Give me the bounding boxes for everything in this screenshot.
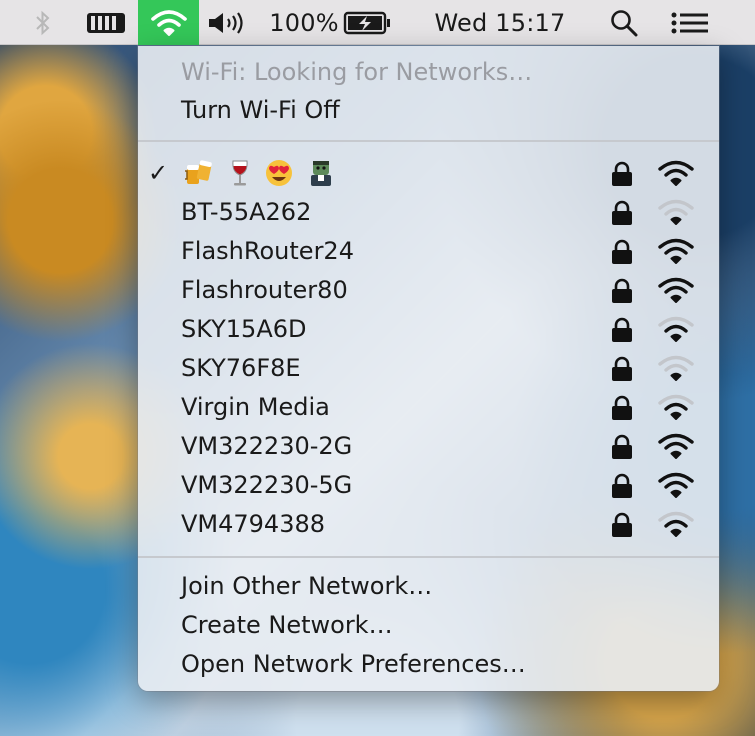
turn-wifi-off-label: Turn Wi-Fi Off (181, 96, 340, 124)
open-network-preferences-label: Open Network Preferences… (181, 650, 526, 678)
separator (138, 556, 719, 558)
lock-icon (612, 395, 632, 420)
wifi-signal-icon (658, 394, 694, 420)
wifi-signal-icon (658, 433, 694, 459)
wifi-signal-icon (658, 160, 694, 186)
network-name: VM322230-2G (181, 432, 353, 460)
spotlight-icon[interactable] (602, 0, 646, 45)
beer-mugs-emoji (185, 160, 212, 184)
separator (138, 140, 719, 142)
network-item[interactable]: VM322230-5G (138, 466, 719, 504)
network-item[interactable]: VM322230-2G (138, 427, 719, 465)
network-item[interactable]: Flashrouter80 (138, 271, 719, 309)
battery-percentage-text: 100% (269, 8, 339, 37)
checkmark-icon: ✓ (148, 159, 169, 187)
lock-icon (612, 434, 632, 459)
wifi-signal-icon (658, 355, 694, 381)
wifi-status: Wi-Fi: Looking for Networks… (181, 58, 533, 86)
join-other-network-label: Join Other Network… (181, 572, 433, 600)
clock-text: Wed 15:17 (434, 8, 566, 37)
network-item[interactable]: SKY15A6D (138, 310, 719, 348)
network-item[interactable]: SKY76F8E (138, 349, 719, 387)
wifi-signal-icon (658, 316, 694, 342)
wifi-signal-icon (658, 472, 694, 498)
battery-charging-icon[interactable] (340, 0, 396, 45)
network-item[interactable]: FlashRouter24 (138, 232, 719, 270)
lock-icon (612, 356, 632, 381)
connected-network-item[interactable]: ✓ (138, 154, 719, 192)
network-name: SKY76F8E (181, 354, 301, 382)
lock-icon (612, 473, 632, 498)
create-network-item[interactable]: Create Network… (138, 606, 719, 644)
join-other-network-item[interactable]: Join Other Network… (138, 567, 719, 605)
network-name: BT-55A262 (181, 198, 312, 226)
wifi-icon[interactable] (138, 0, 199, 45)
network-item[interactable]: BT-55A262 (138, 193, 719, 231)
clock[interactable]: Wed 15:17 (420, 0, 580, 45)
network-item[interactable]: Virgin Media (138, 388, 719, 426)
notification-center-icon[interactable] (664, 0, 716, 45)
network-name: Flashrouter80 (181, 276, 348, 304)
open-network-preferences-item[interactable]: Open Network Preferences… (138, 645, 719, 683)
wifi-signal-icon (658, 277, 694, 303)
wifi-signal-icon (658, 199, 694, 225)
network-name: VM4794388 (181, 510, 326, 538)
network-name: FlashRouter24 (181, 237, 354, 265)
wifi-dropdown-menu: Wi-Fi: Looking for Networks… Turn Wi-Fi … (138, 46, 719, 691)
network-name: SKY15A6D (181, 315, 307, 343)
turn-wifi-off-item[interactable]: Turn Wi-Fi Off (138, 91, 719, 129)
menu-bar: 100% Wed 15:17 (0, 0, 755, 45)
lock-icon (612, 278, 632, 303)
lock-icon (612, 239, 632, 264)
wifi-signal-icon (658, 511, 694, 537)
heart-eyes-emoji (266, 160, 292, 186)
battery-menu-icon[interactable] (84, 0, 130, 45)
lock-icon (612, 200, 632, 225)
network-item[interactable]: VM4794388 (138, 505, 719, 543)
network-name: VM322230-5G (181, 471, 353, 499)
network-name: Virgin Media (181, 393, 330, 421)
volume-icon[interactable] (206, 0, 252, 45)
battery-percentage: 100% (268, 0, 340, 45)
zombie-emoji (311, 161, 331, 186)
wine-glass-emoji (232, 160, 248, 186)
wifi-signal-icon (658, 238, 694, 264)
wifi-status-row: Wi-Fi: Looking for Networks… (138, 53, 719, 91)
lock-icon (612, 317, 632, 342)
lock-icon (612, 161, 632, 186)
lock-icon (612, 512, 632, 537)
create-network-label: Create Network… (181, 611, 393, 639)
bluetooth-icon[interactable] (28, 0, 58, 45)
